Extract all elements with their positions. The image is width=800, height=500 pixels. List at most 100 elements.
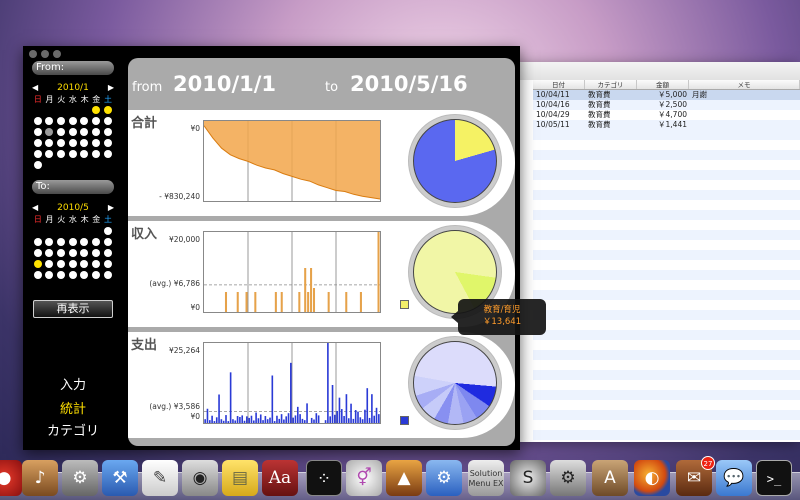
kakeibo-app-icon[interactable]: ⁘ [306, 460, 342, 496]
calendar-day[interactable] [45, 249, 54, 257]
solution-menu-icon[interactable]: Solution Menu EX [468, 460, 504, 496]
next-month-icon[interactable]: ▶ [108, 82, 114, 94]
minimize-window-button[interactable] [41, 50, 49, 58]
calendar-day[interactable] [56, 150, 65, 158]
total-pie-chart[interactable] [413, 119, 497, 203]
calendar-day[interactable] [45, 139, 54, 147]
calendar-day[interactable] [45, 150, 54, 158]
calendar-day[interactable] [91, 117, 100, 125]
textedit-icon[interactable]: ✎ [142, 460, 178, 496]
calendar-day[interactable] [103, 260, 112, 268]
calendar-day[interactable] [68, 260, 77, 268]
calendar-day[interactable] [103, 117, 112, 125]
terminal-icon[interactable]: >_ [756, 460, 792, 496]
calendar-day[interactable] [80, 150, 89, 158]
nav-input[interactable]: 入力 [23, 374, 123, 393]
calendar-day[interactable] [103, 128, 112, 136]
calendar-day[interactable] [33, 128, 42, 136]
expense-pie-chart[interactable] [413, 341, 497, 425]
sync-icon[interactable]: S [510, 460, 546, 496]
calendar-day[interactable] [33, 117, 42, 125]
iphoto-icon[interactable]: ▲ [386, 460, 422, 496]
calendar-day[interactable] [80, 260, 89, 268]
table-row[interactable]: 10/04/11 教育費 ￥5,000 月謝 [533, 90, 800, 100]
garageband-icon[interactable]: ♪ [22, 460, 58, 496]
prev-month-icon[interactable]: ◀ [32, 82, 38, 94]
calendar-day[interactable] [68, 271, 77, 279]
prev-month-icon[interactable]: ◀ [32, 202, 38, 214]
ichat-icon[interactable]: 💬 [716, 460, 752, 496]
column-header-memo[interactable]: メモ [689, 80, 800, 89]
calendar-day[interactable] [33, 150, 42, 158]
table-row[interactable]: 10/04/16 教育費 ￥2,500 [533, 100, 800, 110]
calendar-day[interactable] [103, 139, 112, 147]
nav-statistics[interactable]: 統計 [23, 398, 123, 417]
calendar-day[interactable] [33, 238, 42, 246]
calendar-day[interactable] [56, 260, 65, 268]
calendar-day[interactable] [103, 227, 112, 235]
calendar-day[interactable] [68, 128, 77, 136]
calendar-day[interactable] [45, 271, 54, 279]
mail-icon[interactable]: ✉ 27 [676, 456, 715, 496]
calendar-day[interactable] [56, 271, 65, 279]
nav-category[interactable]: カテゴリ [23, 420, 123, 439]
instruments-icon[interactable]: ⚙ [426, 460, 462, 496]
calendar-day[interactable] [68, 150, 77, 158]
calendar-day[interactable] [103, 106, 112, 114]
calendar-day[interactable] [56, 128, 65, 136]
system-preferences-icon[interactable]: ⚙ [62, 460, 98, 496]
pocket-app-icon[interactable]: ⚥ [346, 460, 382, 496]
calendar-day[interactable] [80, 249, 89, 257]
redisplay-button[interactable]: 再表示 [33, 300, 113, 318]
calendar-day[interactable] [33, 249, 42, 257]
calendar-day[interactable] [68, 238, 77, 246]
calendar-day[interactable] [56, 139, 65, 147]
calendar-day[interactable] [80, 117, 89, 125]
fontbook-icon[interactable]: A [592, 460, 628, 496]
column-header-date[interactable]: 日付 [533, 80, 585, 89]
calendar-day[interactable] [33, 161, 42, 169]
calendar-day[interactable] [91, 271, 100, 279]
calendar-day[interactable] [91, 238, 100, 246]
xcode-icon[interactable]: ⚒ [102, 460, 138, 496]
calendar-day[interactable] [56, 238, 65, 246]
dictionary-icon[interactable]: Aa [262, 460, 298, 496]
calendar-day[interactable] [56, 117, 65, 125]
calendar-day[interactable] [45, 238, 54, 246]
next-month-icon[interactable]: ▶ [108, 202, 114, 214]
calendar-day[interactable] [80, 139, 89, 147]
calendar-day[interactable] [68, 117, 77, 125]
calendar-day[interactable] [103, 271, 112, 279]
column-header-category[interactable]: カテゴリ [585, 80, 637, 89]
app-red-icon[interactable]: ● [0, 460, 22, 496]
firefox-icon[interactable]: ◐ [634, 460, 670, 496]
calendar-day[interactable] [91, 150, 100, 158]
calendar-day[interactable] [33, 271, 42, 279]
calendar-day[interactable] [68, 249, 77, 257]
calendar-day[interactable] [80, 238, 89, 246]
column-header-amount[interactable]: 金額 [637, 80, 689, 89]
calendar-day[interactable] [103, 238, 112, 246]
calendar-day[interactable] [91, 139, 100, 147]
calendar-day[interactable] [91, 106, 100, 114]
screenshot-icon[interactable]: ◉ [182, 460, 218, 496]
table-row[interactable]: 10/04/29 教育費 ￥4,700 [533, 110, 800, 120]
calendar-day[interactable] [91, 260, 100, 268]
automator-icon[interactable]: ⚙ [550, 460, 586, 496]
calendar-day[interactable] [80, 271, 89, 279]
calendar-day[interactable] [68, 139, 77, 147]
stickies-icon[interactable]: ▤ [222, 460, 258, 496]
calendar-day[interactable] [103, 249, 112, 257]
calendar-day[interactable] [45, 260, 54, 268]
calendar-day[interactable] [80, 128, 89, 136]
calendar-day[interactable] [103, 150, 112, 158]
calendar-day[interactable] [56, 249, 65, 257]
table-row[interactable]: 10/05/11 教育費 ￥1,441 [533, 120, 800, 130]
zoom-window-button[interactable] [53, 50, 61, 58]
calendar-day[interactable] [33, 139, 42, 147]
calendar-day[interactable] [91, 249, 100, 257]
close-window-button[interactable] [29, 50, 37, 58]
calendar-day[interactable] [45, 128, 54, 136]
calendar-day[interactable] [91, 128, 100, 136]
calendar-day[interactable] [45, 117, 54, 125]
